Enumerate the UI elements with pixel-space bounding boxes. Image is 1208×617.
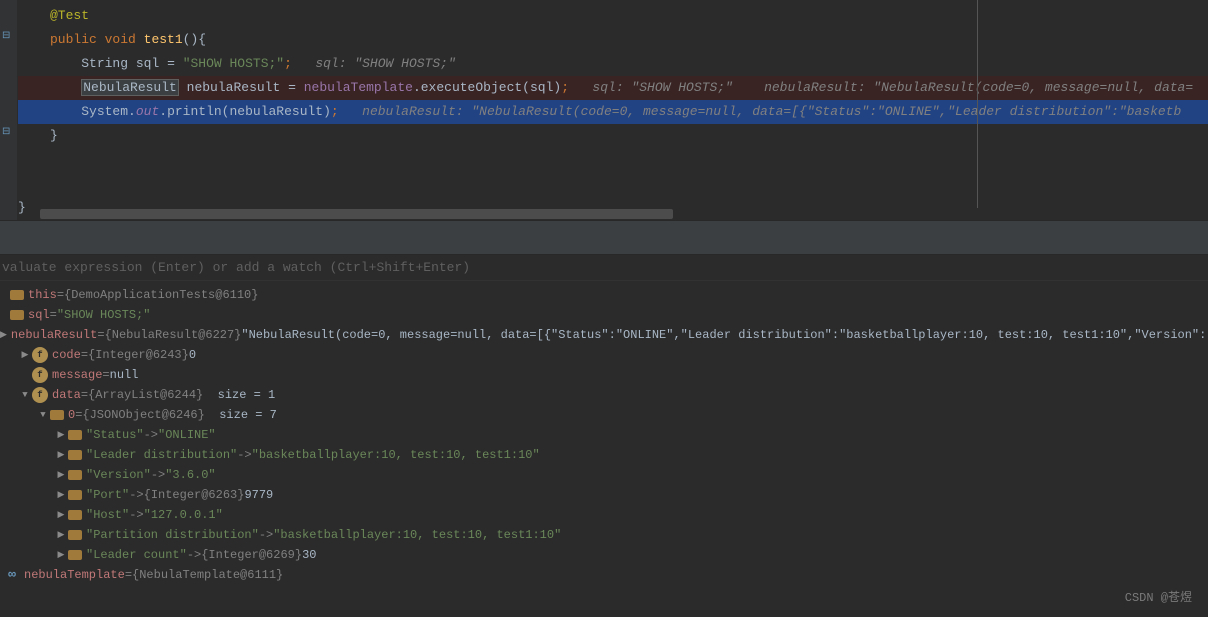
code-editor[interactable]: ⊟ ⊟ @Test public void test1(){ String sq…: [0, 0, 1208, 220]
infinity-icon: ∞: [4, 567, 20, 583]
var-message[interactable]: f message = null: [0, 365, 1208, 385]
expand-arrow-icon[interactable]: ▶: [54, 485, 68, 505]
scrollbar-thumb[interactable]: [40, 209, 673, 219]
map-entry[interactable]: ▶"Version" -> "3.6.0": [0, 465, 1208, 485]
map-entry[interactable]: ▶"Status" -> "ONLINE": [0, 425, 1208, 445]
map-entry[interactable]: ▶"Host" -> "127.0.0.1": [0, 505, 1208, 525]
right-margin-line: [977, 0, 978, 220]
var-this[interactable]: this = {DemoApplicationTests@6110}: [0, 285, 1208, 305]
debugger-variables-panel[interactable]: valuate expression (Enter) or add a watc…: [0, 255, 1208, 617]
var-index-0[interactable]: ▼ 0 = {JSONObject@6246} size = 7: [0, 405, 1208, 425]
code-line: String sql = "SHOW HOSTS;"; sql: "SHOW H…: [18, 52, 1208, 76]
map-entry[interactable]: ▶"Partition distribution" -> "basketball…: [0, 525, 1208, 545]
map-entry[interactable]: ▶"Leader distribution" -> "basketballpla…: [0, 445, 1208, 465]
map-entry[interactable]: ▶"Leader count" -> {Integer@6269} 30: [0, 545, 1208, 565]
horizontal-scrollbar[interactable]: [36, 208, 1208, 220]
collapse-arrow-icon[interactable]: ▼: [36, 405, 50, 425]
expand-arrow-icon[interactable]: ▶: [54, 525, 68, 545]
field-icon: f: [32, 387, 48, 403]
expand-arrow-icon[interactable]: ▶: [54, 445, 68, 465]
var-sql[interactable]: sql = "SHOW HOSTS;": [0, 305, 1208, 325]
variable-icon: [68, 430, 82, 440]
code-line: [18, 148, 1208, 196]
variable-icon: [68, 450, 82, 460]
variable-tree[interactable]: this = {DemoApplicationTests@6110} sql =…: [0, 281, 1208, 585]
expand-arrow-icon[interactable]: ▶: [54, 505, 68, 525]
code-line: public void test1(){: [18, 28, 1208, 52]
field-icon: f: [32, 367, 48, 383]
code-line: @Test: [18, 4, 1208, 28]
collapse-icon[interactable]: ⊟: [2, 30, 16, 44]
expand-arrow-icon[interactable]: ▶: [54, 465, 68, 485]
variable-icon: [68, 490, 82, 500]
variable-icon: [50, 410, 64, 420]
variable-icon: [10, 310, 24, 320]
expand-arrow-icon[interactable]: ▶: [18, 345, 32, 365]
highlighted-type: NebulaResult: [81, 79, 179, 96]
code-line-current: System.out.println(nebulaResult); nebula…: [18, 100, 1208, 124]
var-nebulaResult[interactable]: ▶ nebulaResult = {NebulaResult@6227} "Ne…: [0, 325, 1208, 345]
collapse-arrow-icon[interactable]: ▼: [18, 385, 32, 405]
collapse-icon[interactable]: ⊟: [2, 126, 16, 140]
watermark: CSDN @苍煜: [1125, 588, 1192, 605]
var-code[interactable]: ▶ f code = {Integer@6243} 0: [0, 345, 1208, 365]
var-data[interactable]: ▼ f data = {ArrayList@6244} size = 1: [0, 385, 1208, 405]
expand-arrow-icon[interactable]: ▶: [54, 425, 68, 445]
variable-icon: [68, 470, 82, 480]
expand-arrow-icon[interactable]: ▶: [0, 325, 7, 345]
variable-icon: [68, 550, 82, 560]
var-nebulaTemplate[interactable]: ∞ nebulaTemplate = {NebulaTemplate@6111}: [0, 565, 1208, 585]
panel-divider[interactable]: ☰: [0, 220, 1208, 255]
code-area[interactable]: @Test public void test1(){ String sql = …: [18, 0, 1208, 220]
code-line-breakpoint: NebulaResult nebulaResult = nebulaTempla…: [18, 76, 1208, 100]
variable-icon: [68, 510, 82, 520]
variable-icon: [10, 290, 24, 300]
map-entry[interactable]: ▶"Port" -> {Integer@6263} 9779: [0, 485, 1208, 505]
expand-arrow-icon[interactable]: ▶: [54, 545, 68, 565]
code-line: }: [18, 124, 1208, 148]
variable-icon: [68, 530, 82, 540]
gutter: ⊟ ⊟: [0, 0, 18, 220]
evaluate-expression-input[interactable]: valuate expression (Enter) or add a watc…: [0, 255, 1208, 281]
field-icon: f: [32, 347, 48, 363]
